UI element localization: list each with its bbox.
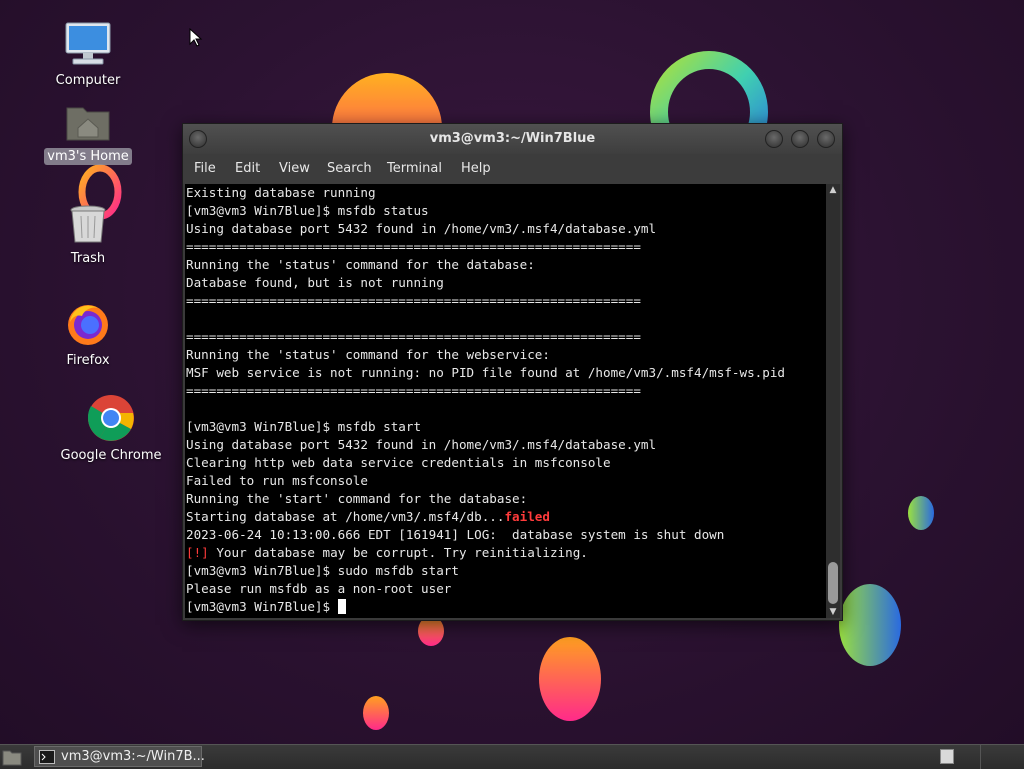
minimize-button[interactable]	[765, 130, 783, 148]
file-manager-launcher-icon[interactable]	[2, 748, 22, 766]
desktop-icon-label: Computer	[55, 73, 121, 88]
terminal-line: ========================================…	[186, 329, 641, 344]
tray-divider	[980, 745, 981, 769]
scrollbar-thumb[interactable]	[828, 562, 838, 604]
desktop: Computer vm3's Home Trash Firefox Google…	[0, 0, 1024, 744]
terminal-line-text: Starting database at /home/vm3/.msf4/db.…	[186, 509, 505, 524]
text-cursor	[337, 599, 346, 614]
terminal-line: ========================================…	[186, 383, 641, 398]
firefox-icon	[68, 305, 108, 345]
desktop-icon-label: Trash	[70, 251, 106, 266]
terminal-line: Please run msfdb as a non-root user	[186, 581, 452, 596]
desktop-icon-computer[interactable]: Computer	[40, 20, 136, 89]
window-titlebar[interactable]: vm3@vm3:~/Win7Blue	[183, 124, 842, 154]
show-desktop-button[interactable]	[940, 749, 954, 764]
terminal-window[interactable]: vm3@vm3:~/Win7Blue File Edit View Search…	[182, 123, 843, 621]
terminal-line: [vm3@vm3 Win7Blue]$ msfdb status	[186, 203, 429, 218]
terminal-line-text: Your database may be corrupt. Try reinit…	[216, 545, 588, 560]
terminal-icon	[39, 750, 55, 764]
terminal-line: [vm3@vm3 Win7Blue]$ sudo msfdb start	[186, 563, 459, 578]
taskbar-item-terminal[interactable]: vm3@vm3:~/Win7B...	[34, 746, 205, 767]
terminal-line: Starting database at /home/vm3/.msf4/db.…	[185, 508, 826, 526]
terminal-line: Running the 'status' command for the dat…	[186, 257, 535, 272]
terminal-line: Database found, but is not running	[186, 275, 444, 290]
desktop-icon-home[interactable]: vm3's Home	[40, 102, 136, 165]
terminal-line: Clearing http web data service credentia…	[186, 455, 611, 470]
desktop-icon-firefox[interactable]: Firefox	[40, 300, 136, 369]
terminal-prompt-line: [vm3@vm3 Win7Blue]$	[185, 598, 826, 616]
home-folder-icon	[66, 107, 110, 141]
chrome-icon	[87, 395, 134, 441]
terminal-line: [vm3@vm3 Win7Blue]$ msfdb start	[186, 419, 422, 434]
desktop-icon-chrome[interactable]: Google Chrome	[52, 393, 170, 464]
failed-status: failed	[504, 509, 550, 524]
terminal-line: Running the 'status' command for the web…	[186, 347, 550, 362]
taskbar-item-label: vm3@vm3:~/Win7B...	[61, 749, 205, 764]
desktop-icon-label: Firefox	[66, 353, 110, 368]
menu-edit[interactable]: Edit	[235, 161, 260, 176]
terminal-line: ========================================…	[186, 239, 641, 254]
terminal-line: MSF web service is not running: no PID f…	[186, 365, 785, 380]
terminal-line: Running the 'start' command for the data…	[186, 491, 528, 506]
warning-marker: [!]	[186, 545, 209, 560]
close-button[interactable]	[817, 130, 835, 148]
terminal-scrollbar[interactable]: ▲ ▼	[826, 184, 840, 618]
terminal-prompt: [vm3@vm3 Win7Blue]$	[186, 599, 338, 614]
taskbar: vm3@vm3:~/Win7B...	[0, 744, 1024, 769]
scroll-down-arrow-icon[interactable]: ▼	[826, 606, 840, 618]
trash-icon	[70, 205, 106, 243]
scroll-up-arrow-icon[interactable]: ▲	[826, 184, 840, 196]
computer-icon	[65, 22, 111, 65]
terminal-line: [!] Your database may be corrupt. Try re…	[185, 544, 826, 562]
desktop-icon-label: vm3's Home	[44, 148, 132, 165]
terminal-line: ========================================…	[186, 293, 641, 308]
terminal-line: Using database port 5432 found in /home/…	[186, 437, 657, 452]
terminal-line: 2023-06-24 10:13:00.666 EDT [161941] LOG…	[186, 527, 725, 542]
menu-file[interactable]: File	[194, 161, 216, 176]
terminal-line: Using database port 5432 found in /home/…	[186, 221, 657, 236]
window-title: vm3@vm3:~/Win7Blue	[429, 131, 596, 146]
menu-terminal[interactable]: Terminal	[387, 161, 442, 176]
desktop-icon-trash[interactable]: Trash	[40, 202, 136, 267]
menu-view[interactable]: View	[279, 161, 310, 176]
terminal-line: Failed to run msfconsole	[186, 473, 368, 488]
mouse-pointer-icon	[189, 28, 203, 47]
terminal-line: Existing database running	[186, 185, 376, 200]
menu-search[interactable]: Search	[327, 161, 372, 176]
desktop-icon-label: Google Chrome	[60, 448, 162, 463]
maximize-button[interactable]	[791, 130, 809, 148]
menu-help[interactable]: Help	[461, 161, 491, 176]
terminal-output[interactable]: Existing database running [vm3@vm3 Win7B…	[185, 184, 826, 618]
menu-bar: File Edit View Search Terminal Help	[183, 154, 842, 184]
